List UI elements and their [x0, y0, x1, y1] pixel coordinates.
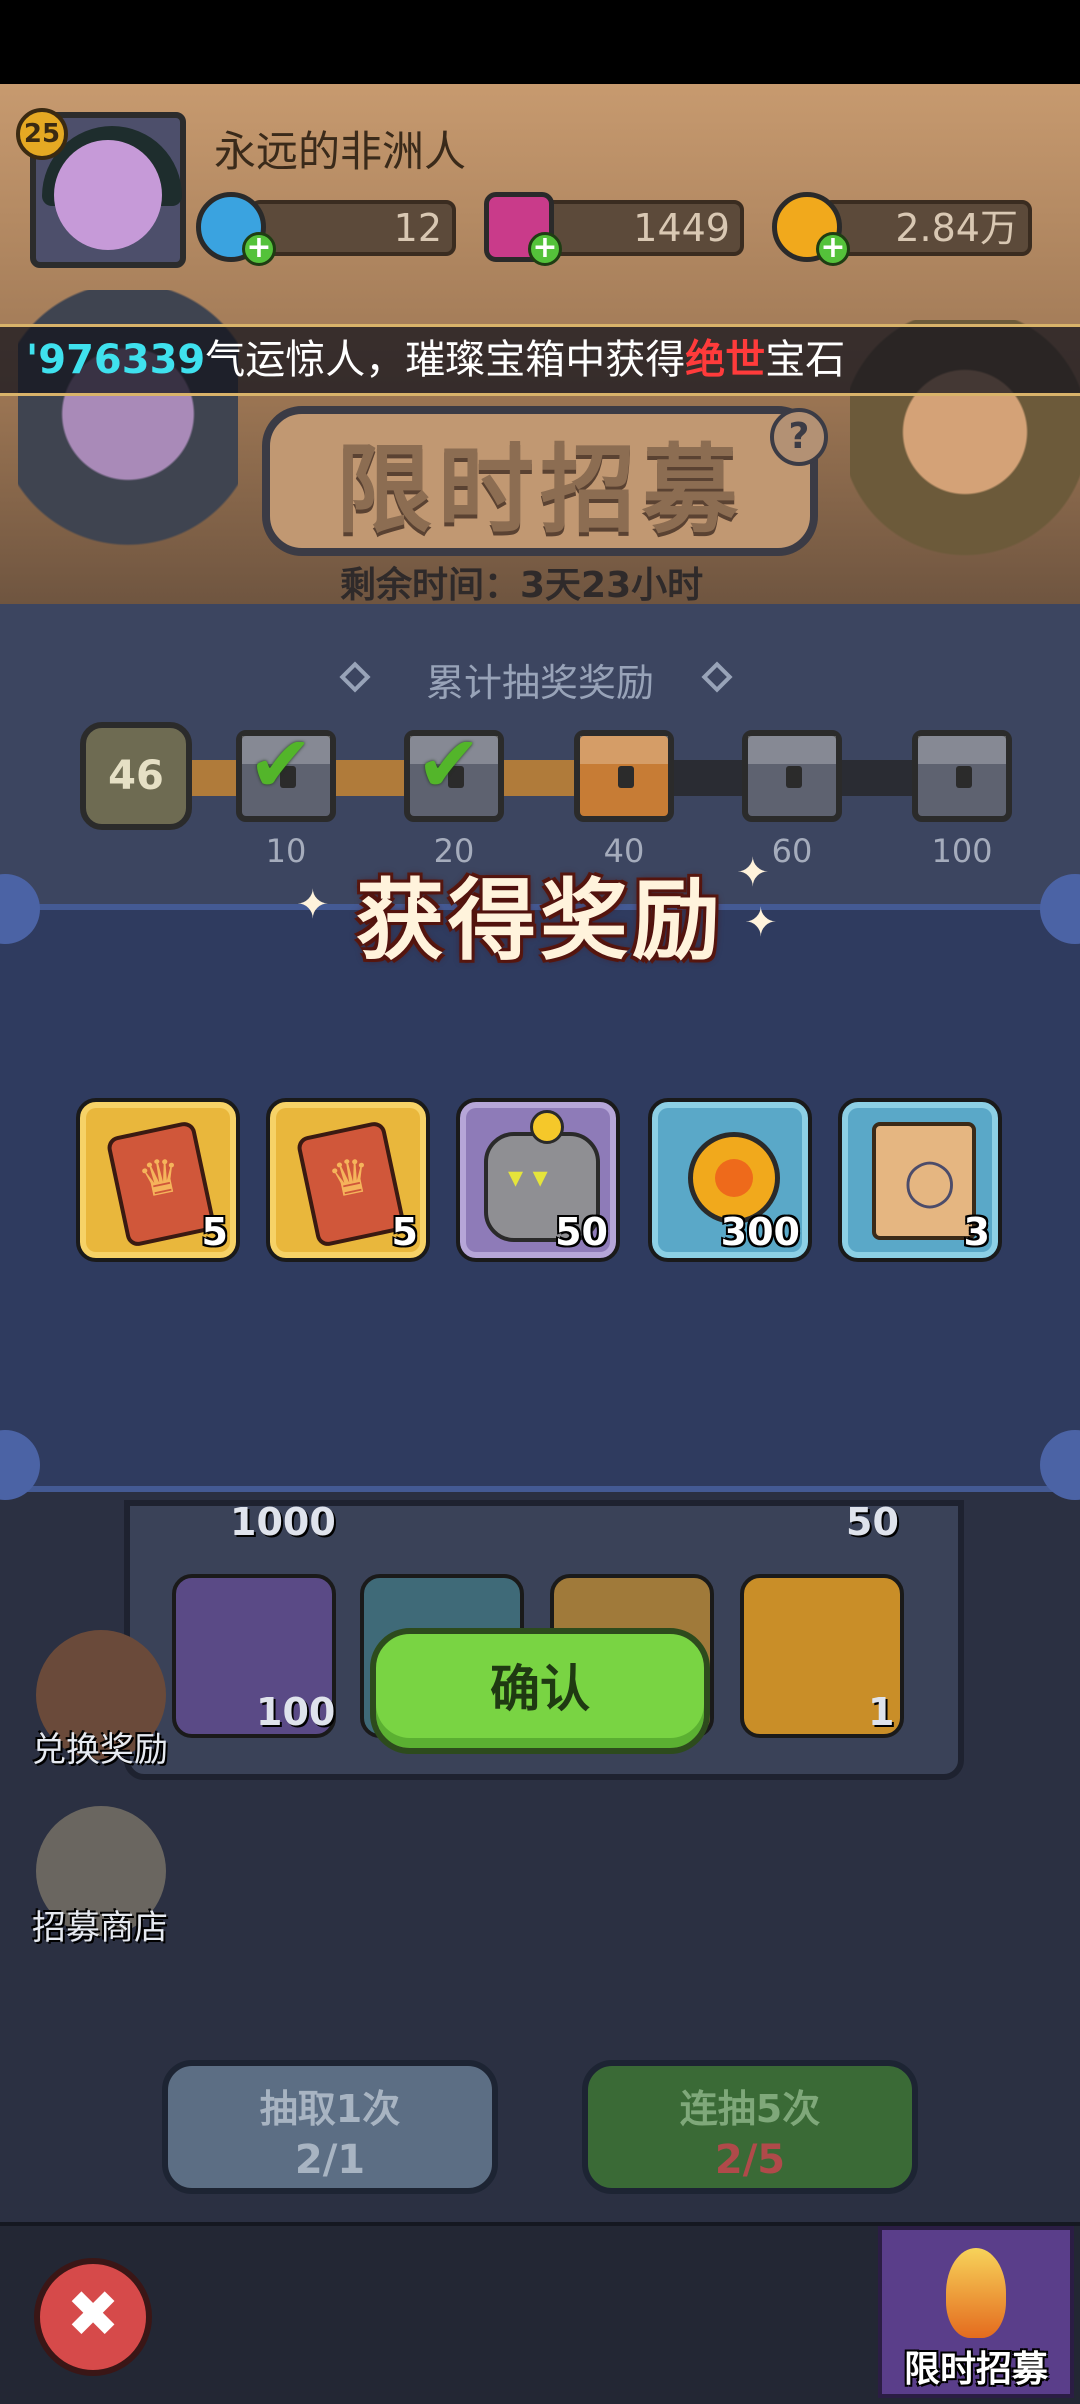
ticker-text: 气运惊人，璀璨宝箱中获得 — [205, 337, 686, 383]
cumulative-rewards-title: 累计抽奖奖励 — [425, 661, 654, 705]
ticker-player-id: '976339 — [26, 337, 206, 383]
close-button[interactable]: ✖ — [34, 2258, 152, 2376]
player-level-badge: 25 — [16, 108, 68, 160]
reward-item-count: 5 — [391, 1210, 418, 1254]
milestone-chest-100[interactable] — [912, 730, 1012, 822]
add-gem-button[interactable]: + — [528, 232, 562, 266]
help-icon[interactable]: ? — [770, 408, 828, 466]
reward-item-2[interactable]: 5 — [266, 1098, 430, 1262]
sparkle-icon: ✦ — [736, 850, 770, 896]
resource-gold-value: 2.84万 — [822, 200, 1032, 256]
milestone-chest-10[interactable]: ✔ — [236, 720, 336, 822]
add-gold-button[interactable]: + — [816, 232, 850, 266]
flame-icon — [946, 2248, 1006, 2338]
reward-item-count: 5 — [201, 1210, 228, 1254]
crown-card-icon — [105, 1119, 217, 1249]
recruit-shop-label: 招募商店 — [32, 1908, 168, 1948]
sparkle-icon: ✦ — [296, 882, 330, 928]
reward-item-4[interactable]: 300 — [648, 1098, 812, 1262]
reward-item-1[interactable]: 5 — [76, 1098, 240, 1262]
draw-once-label: 抽取1次 — [259, 2087, 401, 2131]
sparkle-icon: ✦ — [744, 900, 778, 946]
draw-count-badge: 46 — [80, 722, 192, 830]
reward-popup-title: 获得奖励 — [355, 869, 724, 972]
status-bar — [0, 0, 1080, 84]
reward-item-count: 50 — [555, 1210, 608, 1254]
pool-item-count: 1 — [868, 1690, 895, 1734]
pool-item-count: 50 — [846, 1500, 899, 1544]
draw-once-cost: 2/1 — [294, 2137, 366, 2183]
announcement-ticker: '976339气运惊人，璀璨宝箱中获得绝世宝石 — [0, 324, 1080, 396]
add-energy-button[interactable]: + — [242, 232, 276, 266]
resource-energy-value: 12 — [250, 200, 456, 256]
ticker-text-end: 宝石 — [765, 337, 846, 383]
event-remaining-time: 剩余时间：3天23小时 — [340, 565, 704, 606]
draw-five-button[interactable]: 连抽5次 2/5 — [582, 2060, 918, 2194]
confirm-button[interactable]: 确认 — [370, 1628, 710, 1754]
pool-item-count: 1000 — [230, 1500, 336, 1544]
resource-gem-value: 1449 — [530, 200, 744, 256]
event-title-banner: 限时招募 — [262, 406, 818, 556]
draw-five-cost: 2/5 — [714, 2137, 786, 2183]
limited-recruit-tab-label: 限时招募 — [903, 2349, 1048, 2390]
ticker-highlight: 绝世 — [685, 337, 766, 383]
exchange-rewards-label: 兑换奖励 — [32, 1730, 168, 1770]
milestone-chest-20[interactable]: ✔ — [404, 720, 504, 822]
reward-item-3[interactable]: 50 — [456, 1098, 620, 1262]
reward-item-5[interactable]: 3 — [838, 1098, 1002, 1262]
draw-once-button[interactable]: 抽取1次 2/1 — [162, 2060, 498, 2194]
crown-card-icon — [295, 1119, 407, 1249]
milestone-chest-60[interactable] — [742, 730, 842, 822]
pool-item-count: 100 — [256, 1690, 336, 1734]
reward-item-count: 300 — [720, 1210, 800, 1254]
reward-item-count: 3 — [963, 1210, 990, 1254]
ring-scroll-icon — [872, 1122, 976, 1240]
player-name: 永远的非洲人 — [214, 127, 467, 176]
draw-five-label: 连抽5次 — [679, 2087, 821, 2131]
milestone-chest-40[interactable] — [574, 730, 674, 822]
